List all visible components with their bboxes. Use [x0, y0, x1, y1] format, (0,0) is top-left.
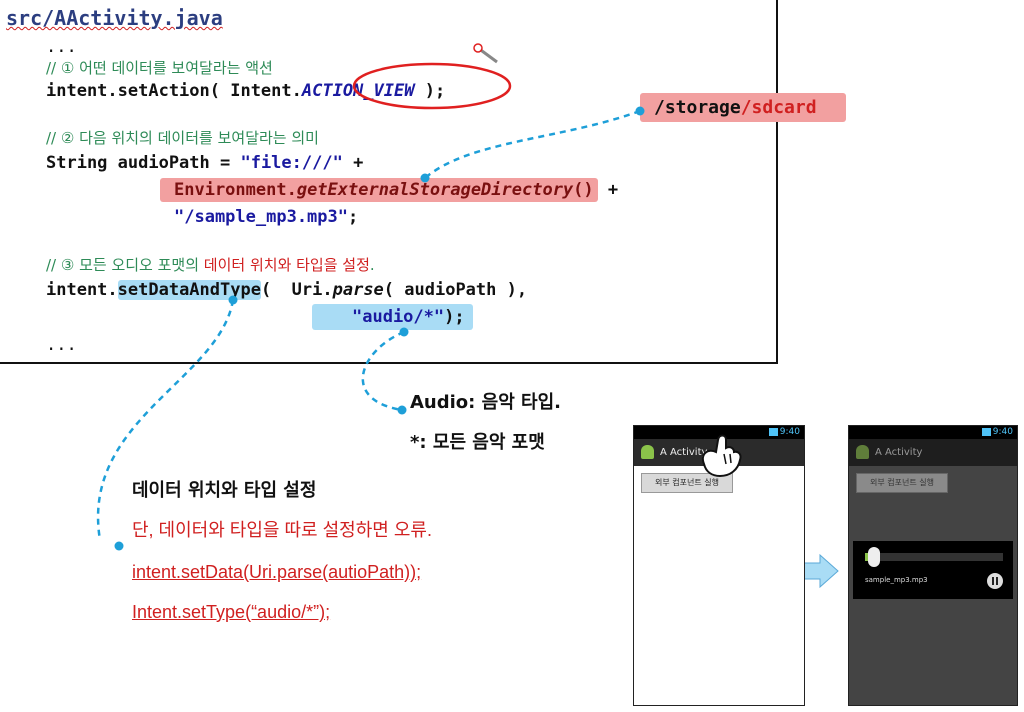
connector-dot	[114, 541, 124, 551]
signal-icon	[982, 428, 991, 436]
status-time: 9:40	[779, 427, 800, 437]
app-title: A Activity	[875, 447, 923, 458]
storage-connector	[424, 109, 641, 179]
pause-icon	[992, 577, 994, 585]
pen-tip-icon	[473, 43, 483, 53]
mimetype-connector	[361, 330, 405, 412]
note-all-formats: *: 모든 음악 포맷	[410, 432, 545, 453]
phone-screen-after: 9:40 A Activity 외부 컴포넌트 실행 sample_mp3.mp…	[848, 425, 1018, 706]
status-bar: 9:40	[849, 426, 1017, 439]
note-setdata-code: intent.setData(Uri.parse(autioPath));	[132, 562, 422, 582]
action-view-circle	[352, 62, 512, 110]
signal-icon	[769, 428, 778, 436]
seek-thumb[interactable]	[868, 547, 880, 567]
connector-dot	[420, 173, 430, 183]
android-icon	[641, 445, 654, 459]
connector-dot	[399, 327, 409, 337]
launch-external-component-button[interactable]: 외부 컴포넌트 실행	[856, 473, 948, 493]
pause-button[interactable]	[987, 573, 1003, 589]
note-settype-code: Intent.setType(“audio/*”);	[132, 602, 331, 622]
connector-dot	[635, 106, 645, 116]
status-time: 9:40	[992, 427, 1013, 437]
audio-player-dialog: sample_mp3.mp3	[853, 541, 1013, 599]
note-warning: 단, 데이터와 타입을 따로 설정하면 오류.	[132, 520, 432, 540]
android-icon	[856, 445, 869, 459]
tap-hand-icon	[702, 434, 742, 478]
pause-icon	[996, 577, 998, 585]
note-audio: Audio: 음악 타입.	[410, 392, 561, 413]
setdataandtype-connector	[96, 299, 235, 541]
connector-dot	[228, 295, 238, 305]
track-name: sample_mp3.mp3	[865, 576, 928, 584]
phone-screen-before: 9:40 A Activity 외부 컴포넌트 실행	[633, 425, 805, 706]
connector-dot	[397, 405, 407, 415]
app-title-bar: A Activity	[849, 439, 1017, 466]
progress-track[interactable]	[865, 553, 1003, 561]
note-heading: 데이터 위치와 타입 설정	[132, 480, 317, 501]
